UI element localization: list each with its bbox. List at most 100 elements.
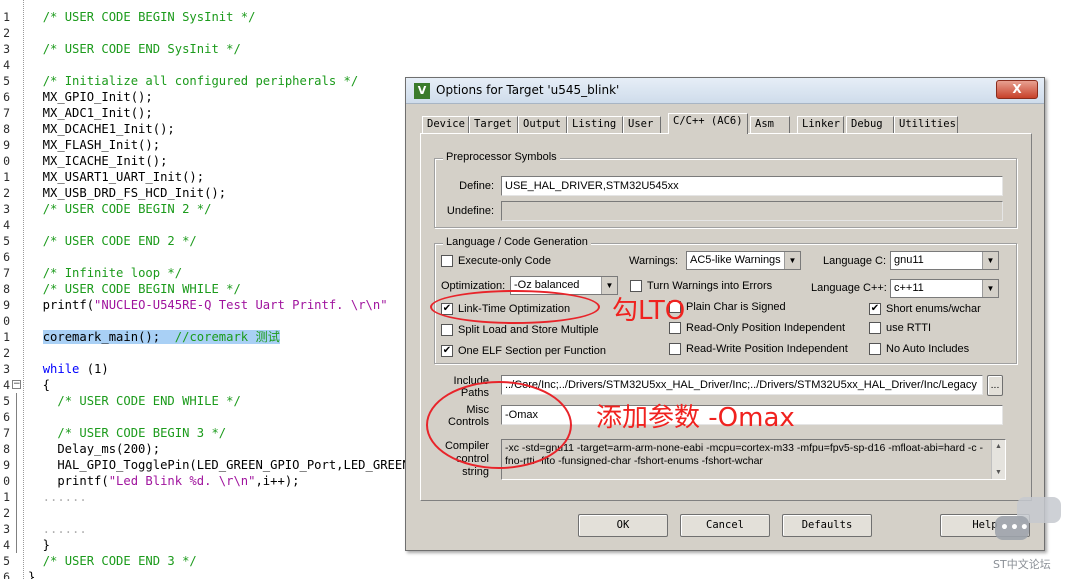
code-text[interactable]: ...... <box>28 521 87 537</box>
split-load-box[interactable] <box>441 324 453 336</box>
code-text[interactable]: MX_USART1_UART_Init(); <box>28 169 204 185</box>
code-token: ...... <box>28 522 87 536</box>
use-rtti-label: use RTTI <box>886 322 932 334</box>
code-text[interactable]: printf("NUCLEO-U545RE-Q Test Uart Printf… <box>28 297 388 313</box>
scroll-up-icon[interactable]: ▲ <box>992 440 1005 453</box>
code-token: /* USER CODE END SysInit */ <box>42 42 241 56</box>
tab-target[interactable]: Target <box>469 116 518 133</box>
checkmark-icon[interactable]: ✔ <box>441 345 453 357</box>
use-rtti-box[interactable] <box>869 322 881 334</box>
execute-only-label: Execute-only Code <box>458 255 551 267</box>
fold-toggle-icon[interactable]: − <box>12 380 21 389</box>
tab-device[interactable]: Device <box>422 116 469 133</box>
code-line[interactable]: 4 <box>0 57 1069 73</box>
code-text[interactable]: coremark_main(); //coremark 测试 <box>28 329 280 345</box>
defaults-button[interactable]: Defaults <box>782 514 872 537</box>
codegen-group-title: Language / Code Generation <box>443 236 591 248</box>
language-cpp-select[interactable]: c++11 ▼ <box>890 279 999 298</box>
code-text[interactable]: /* USER CODE BEGIN WHILE */ <box>28 281 241 297</box>
ok-button[interactable]: OK <box>578 514 668 537</box>
code-text[interactable]: } <box>28 569 35 579</box>
tab-debug[interactable]: Debug <box>846 116 894 133</box>
code-text[interactable]: } <box>28 537 50 553</box>
tab-user[interactable]: User <box>623 116 661 133</box>
line-number: 6 <box>3 90 10 104</box>
warnings-select[interactable]: AC5-like Warnings ▼ <box>686 251 801 270</box>
code-text[interactable]: Delay_ms(200); <box>28 441 160 457</box>
code-text[interactable]: /* USER CODE BEGIN 3 */ <box>28 425 226 441</box>
close-button[interactable]: X <box>996 80 1038 99</box>
scroll-down-icon[interactable]: ▼ <box>992 466 1005 479</box>
code-text[interactable]: MX_GPIO_Init(); <box>28 89 153 105</box>
tab-c-cpp-ac6[interactable]: C/C++ (AC6) <box>668 113 748 134</box>
browse-include-button[interactable]: ... <box>987 375 1003 396</box>
code-text[interactable]: while (1) <box>28 361 109 377</box>
code-token: printf( <box>28 474 109 488</box>
compiler-control-string[interactable]: -xc -std=gnu11 -target=arm-arm-none-eabi… <box>501 439 1006 480</box>
line-number: 5 <box>3 394 10 408</box>
code-text[interactable]: MX_DCACHE1_Init(); <box>28 121 175 137</box>
code-text[interactable]: /* Infinite loop */ <box>28 265 182 281</box>
line-number: 2 <box>3 26 10 40</box>
line-number: 2 <box>3 346 10 360</box>
execute-only-box[interactable] <box>441 255 453 267</box>
code-token: coremark_main(); <box>42 330 175 344</box>
code-text[interactable]: MX_USB_DRD_FS_HCD_Init(); <box>28 185 226 201</box>
dialog-titlebar[interactable]: V Options for Target 'u545_blink' X <box>406 78 1044 104</box>
code-text[interactable]: MX_FLASH_Init(); <box>28 137 160 153</box>
warnings-label: Warnings: <box>629 255 679 267</box>
tab-utilities[interactable]: Utilities <box>894 116 958 133</box>
line-number: 7 <box>3 426 10 440</box>
language-c-value: gnu11 <box>894 254 924 266</box>
code-token: /* Initialize all configured peripherals… <box>42 74 359 88</box>
code-text[interactable]: printf("Led Blink %d. \r\n",i++); <box>28 473 299 489</box>
chevron-down-icon[interactable]: ▼ <box>982 280 998 297</box>
code-text[interactable]: /* USER CODE END 3 */ <box>28 553 197 569</box>
code-text[interactable]: { <box>28 377 50 393</box>
code-line[interactable]: 5 /* USER CODE END 3 */ <box>0 553 1069 569</box>
code-text[interactable]: MX_ADC1_Init(); <box>28 105 153 121</box>
line-number: 0 <box>3 154 10 168</box>
include-paths-input[interactable]: ../Core/Inc;../Drivers/STM32U5xx_HAL_Dri… <box>501 375 983 395</box>
dialog-title: Options for Target 'u545_blink' <box>436 83 620 97</box>
tab-listing[interactable]: Listing <box>567 116 623 133</box>
code-text[interactable]: MX_ICACHE_Init(); <box>28 153 168 169</box>
code-text[interactable]: /* USER CODE END SysInit */ <box>28 41 241 57</box>
tab-linker[interactable]: Linker <box>797 116 844 133</box>
chevron-down-icon[interactable]: ▼ <box>982 252 998 269</box>
code-line[interactable]: 2 <box>0 25 1069 41</box>
tab-output[interactable]: Output <box>518 116 567 133</box>
code-text[interactable]: /* Initialize all configured peripherals… <box>28 73 359 89</box>
code-token: /* USER CODE END 3 */ <box>42 554 197 568</box>
code-line[interactable]: 1 /* USER CODE BEGIN SysInit */ <box>0 9 1069 25</box>
code-token: /* Infinite loop */ <box>42 266 183 280</box>
lto-annotation: 勾LTO <box>612 296 686 326</box>
code-line[interactable]: 3 /* USER CODE END SysInit */ <box>0 41 1069 57</box>
code-text[interactable]: ...... <box>28 489 87 505</box>
code-text[interactable]: /* USER CODE END 2 */ <box>28 233 197 249</box>
code-text[interactable]: /* USER CODE END WHILE */ <box>28 393 240 409</box>
code-line[interactable]: 6} <box>0 569 1069 579</box>
code-text[interactable]: HAL_GPIO_TogglePin(LED_GREEN_GPIO_Port,L… <box>28 457 453 473</box>
preprocessor-group-title: Preprocessor Symbols <box>443 151 560 163</box>
line-number: 3 <box>3 522 10 536</box>
code-text[interactable]: /* USER CODE BEGIN 2 */ <box>28 201 212 217</box>
language-c-select[interactable]: gnu11 ▼ <box>890 251 999 270</box>
tab-asm[interactable]: Asm <box>750 116 790 133</box>
undefine-label: Undefine: <box>446 205 494 217</box>
scrollbar[interactable]: ▲ ▼ <box>991 440 1005 479</box>
checkmark-icon[interactable]: ✔ <box>869 303 881 315</box>
undefine-input[interactable] <box>501 201 1003 221</box>
code-text[interactable]: /* USER CODE BEGIN SysInit */ <box>28 9 256 25</box>
line-number: 8 <box>3 122 10 136</box>
define-input[interactable]: USE_HAL_DRIVER,STM32U545xx <box>501 176 1003 196</box>
rw-position-box[interactable] <box>669 343 681 355</box>
cancel-button[interactable]: Cancel <box>680 514 770 537</box>
chevron-down-icon[interactable]: ▼ <box>784 252 800 269</box>
no-auto-includes-box[interactable] <box>869 343 881 355</box>
